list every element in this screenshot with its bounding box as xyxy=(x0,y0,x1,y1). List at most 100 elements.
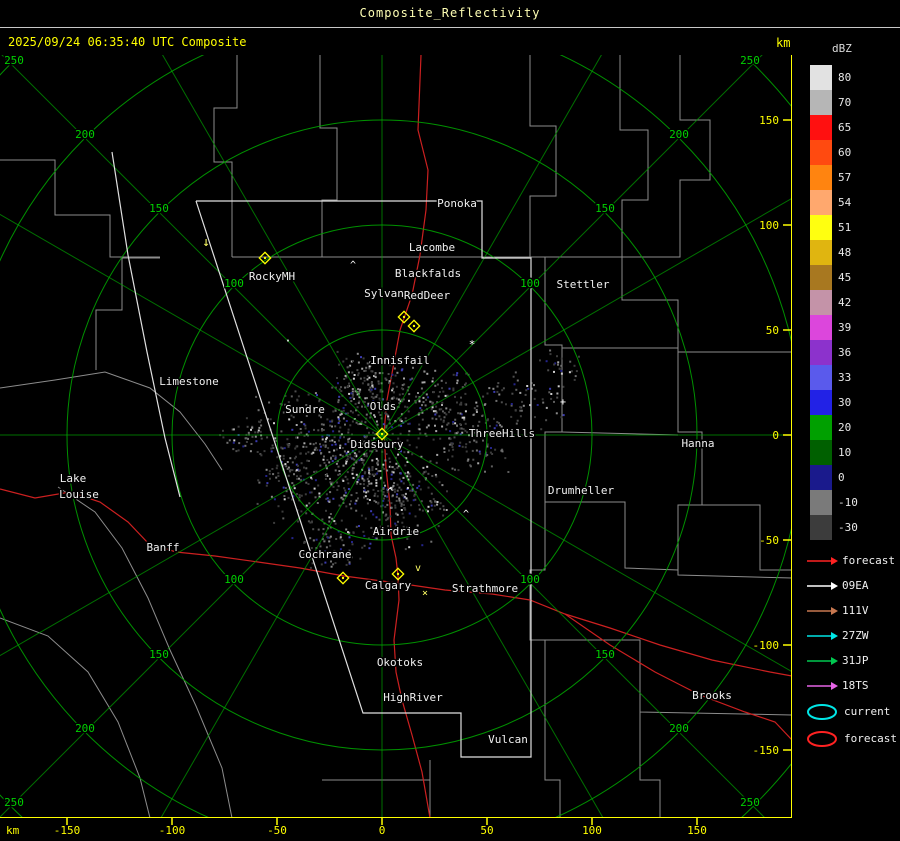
vector-row: 31JP xyxy=(806,648,900,673)
azimuth-spoke xyxy=(381,55,602,436)
boundary-line xyxy=(213,55,238,257)
city-label: Drumheller xyxy=(548,484,615,497)
cell-marker: * xyxy=(469,338,476,351)
scale-swatch xyxy=(810,115,832,140)
window-title: Composite_Reflectivity xyxy=(359,6,541,20)
boundary-line xyxy=(622,55,711,258)
azimuth-spoke xyxy=(381,55,763,436)
legend-unit-label: dBZ xyxy=(832,42,852,55)
vector-label: 111V xyxy=(842,604,869,617)
vector-arrow-icon xyxy=(807,581,838,590)
right-axis-tick-label: 150 xyxy=(759,114,779,127)
boundary-line xyxy=(621,257,792,353)
vector-label: 09EA xyxy=(842,579,869,592)
vector-legend: forecast 09EA 111V 27ZW 31JP 18TS xyxy=(800,548,900,698)
scale-value: 10 xyxy=(838,446,852,459)
vector-label: 27ZW xyxy=(842,629,869,642)
cell-marker: × xyxy=(422,588,428,599)
boundary-line xyxy=(639,712,661,818)
scale-value: 57 xyxy=(838,171,852,184)
city-label: Okotoks xyxy=(377,656,423,669)
city-label: RockyMH xyxy=(249,270,295,283)
range-label: 200 xyxy=(75,722,95,735)
scale-swatch xyxy=(810,65,832,90)
range-label: 200 xyxy=(669,128,689,141)
coverage-line xyxy=(111,151,181,498)
scale-row: 70 xyxy=(810,90,900,115)
range-label: 250 xyxy=(740,796,760,809)
scale-value: 30 xyxy=(838,396,852,409)
azimuth-spoke xyxy=(1,55,383,436)
bottom-axis-tick-label: 0 xyxy=(379,824,386,837)
cell-marker: ^ xyxy=(350,260,356,271)
vector-arrow-icon xyxy=(807,556,838,565)
scale-value: -10 xyxy=(838,496,858,509)
range-label: 150 xyxy=(149,648,169,661)
bottom-axis-unit-label: km xyxy=(6,824,20,837)
vector-row: 09EA xyxy=(806,573,900,598)
city-label: Innisfail xyxy=(370,354,430,367)
azimuth-spoke xyxy=(0,434,383,657)
vector-label: forecast xyxy=(842,554,895,567)
vector-arrow-icon xyxy=(807,681,838,690)
city-label: Calgary xyxy=(365,579,412,592)
vector-row: 27ZW xyxy=(806,623,900,648)
city-label: Blackfalds xyxy=(395,267,461,280)
color-scale: 80 70 65 60 57 54 51 48 45 42 39 36 33 30 20 10 0 -10 -30 xyxy=(800,65,900,540)
scale-value: 20 xyxy=(838,421,852,434)
right-axis-unit-label: km xyxy=(776,36,791,50)
scale-row: 42 xyxy=(810,290,900,315)
range-label: 250 xyxy=(4,796,24,809)
scale-swatch xyxy=(810,490,832,515)
city-label: Banff xyxy=(146,541,179,554)
scale-row: 80 xyxy=(810,65,900,90)
vector-row: 111V xyxy=(806,598,900,623)
cell-marker: · xyxy=(284,334,291,348)
right-axis-tick-label: -150 xyxy=(753,744,780,757)
scale-swatch xyxy=(810,515,832,540)
cell-marker: ^ xyxy=(387,487,393,498)
scale-swatch xyxy=(810,415,832,440)
scale-value: 0 xyxy=(838,471,845,484)
city-label: Airdrie xyxy=(373,525,419,538)
scale-row: 65 xyxy=(810,115,900,140)
boundary-line xyxy=(319,55,338,257)
scale-value: -30 xyxy=(838,521,858,534)
scale-swatch xyxy=(810,340,832,365)
city-label: RedDeer xyxy=(404,289,451,302)
scale-row: 39 xyxy=(810,315,900,340)
vector-arrow-icon xyxy=(807,631,838,640)
range-label: 150 xyxy=(149,202,169,215)
scale-value: 33 xyxy=(838,371,852,384)
city-label: Ponoka xyxy=(437,197,477,210)
cell-marker: ↓ xyxy=(202,235,210,250)
scale-row: -10 xyxy=(810,490,900,515)
cell-marker: ^ xyxy=(463,509,469,520)
scale-swatch xyxy=(810,290,832,315)
scale-value: 42 xyxy=(838,296,852,309)
scale-row: 20 xyxy=(810,415,900,440)
scale-swatch xyxy=(810,190,832,215)
scale-value: 51 xyxy=(838,221,852,234)
scale-swatch xyxy=(810,240,832,265)
cell-marker: + xyxy=(560,397,566,408)
scale-row: 60 xyxy=(810,140,900,165)
scale-value: 65 xyxy=(838,121,852,134)
bottom-axis-tick-label: 100 xyxy=(582,824,602,837)
radar-map: ↓v×^*+^^·PonokaLacombeBlackfaldsRedDeerS… xyxy=(0,55,792,837)
vector-arrow-icon xyxy=(807,606,838,615)
boundary-line xyxy=(0,617,151,818)
bottom-axis-tick-label: -50 xyxy=(267,824,287,837)
range-label: 150 xyxy=(595,648,615,661)
shape-label: forecast xyxy=(844,732,897,745)
range-label: 100 xyxy=(224,573,244,586)
city-label: Lake xyxy=(60,472,87,485)
scale-swatch xyxy=(810,390,832,415)
city-label: Cochrane xyxy=(299,548,352,561)
scale-value: 36 xyxy=(838,346,852,359)
scale-row: 10 xyxy=(810,440,900,465)
scale-value: 60 xyxy=(838,146,852,159)
boundary-line xyxy=(545,501,679,571)
city-label: Sylvan xyxy=(364,287,404,300)
scale-swatch xyxy=(810,315,832,340)
